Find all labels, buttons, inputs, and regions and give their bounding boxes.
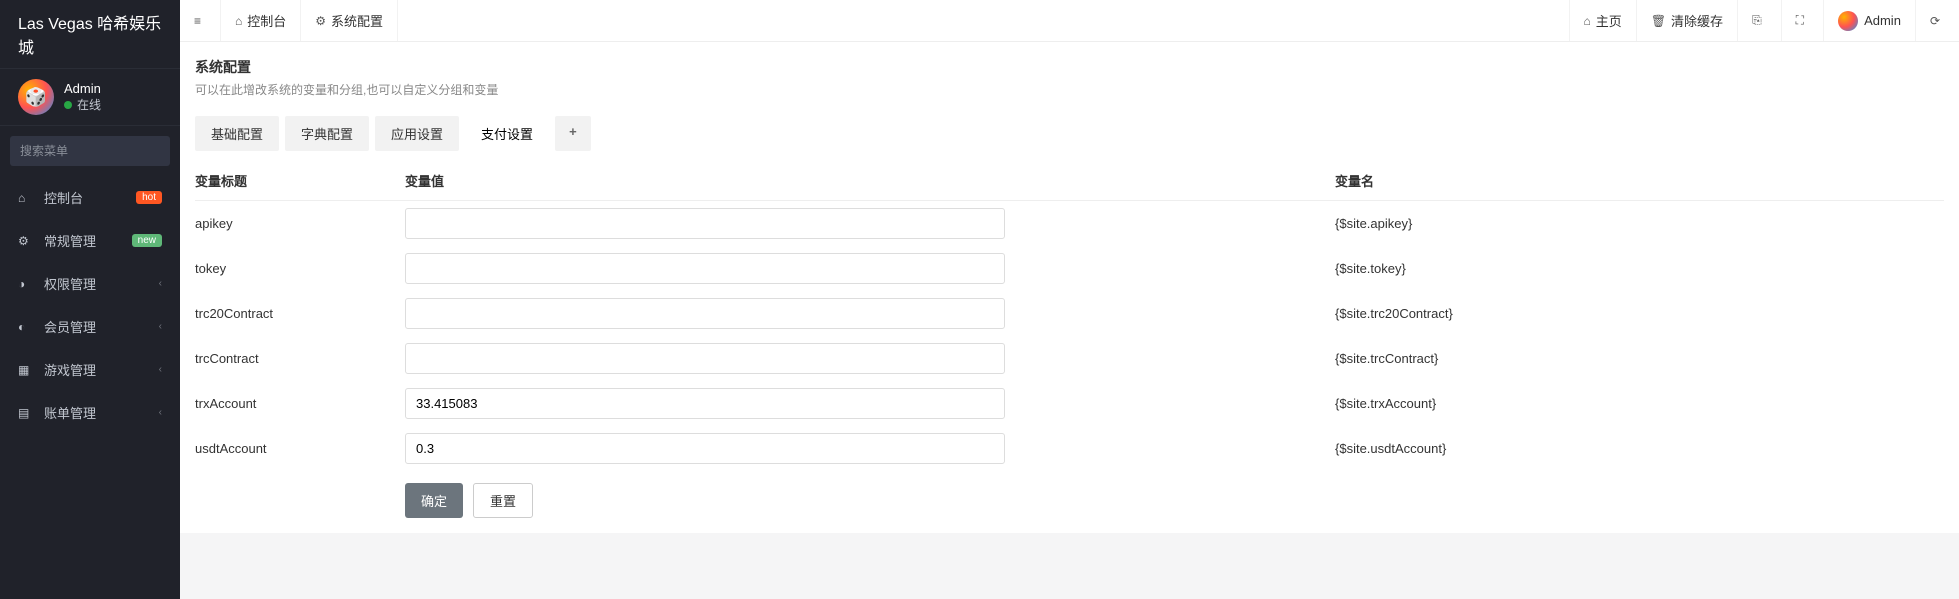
chevron-left-icon: ‹	[159, 278, 162, 289]
user-status: 在线	[64, 96, 101, 113]
sidebar-item-label: 账单管理	[44, 403, 159, 422]
row-varname: {$site.tokey}	[1335, 261, 1944, 276]
panel-subtitle: 可以在此增改系统的变量和分组,也可以自定义分组和变量	[195, 81, 1944, 98]
sidebar-item-label: 权限管理	[44, 274, 159, 293]
row-value-input[interactable]	[405, 388, 1005, 419]
row-varname: {$site.trc20Contract}	[1335, 306, 1944, 321]
row-title: trc20Contract	[195, 306, 405, 321]
row-title: trxAccount	[195, 396, 405, 411]
chevron-left-icon: ‹	[159, 321, 162, 332]
trash-icon: 🗑	[1651, 14, 1666, 28]
list-icon: ▤	[18, 406, 34, 420]
search-input[interactable]	[10, 136, 185, 166]
ok-button[interactable]: 确定	[405, 483, 463, 518]
sidebar-item-label: 游戏管理	[44, 360, 159, 379]
sidebar-item-1[interactable]: ⚙ 常规管理new	[0, 219, 180, 262]
table-header: 变量标题 变量值 变量名	[195, 161, 1944, 201]
tab-3[interactable]: 支付设置	[465, 116, 549, 151]
badge: new	[132, 234, 162, 247]
panel-title: 系统配置	[195, 57, 1944, 77]
topbar-left-2[interactable]: ⚙ 系统配置	[301, 0, 398, 41]
sidebar-item-label: 会员管理	[44, 317, 159, 336]
status-dot-icon	[64, 101, 72, 109]
table-row: trcContract {$site.trcContract}	[195, 336, 1944, 381]
row-title: apikey	[195, 216, 405, 231]
topbar-right-0[interactable]: ⌂ 主页	[1569, 0, 1636, 41]
sidebar-item-label: 控制台	[44, 188, 136, 207]
row-varname: {$site.trxAccount}	[1335, 396, 1944, 411]
dashboard-icon: ⌂	[235, 14, 242, 28]
row-title: usdtAccount	[195, 441, 405, 456]
reset-button[interactable]: 重置	[473, 483, 533, 518]
badge: hot	[136, 191, 162, 204]
topbar-left-1[interactable]: ⌂ 控制台	[221, 0, 301, 41]
gear-icon: ⚙	[18, 234, 34, 248]
sidebar-item-4[interactable]: ▦ 游戏管理‹	[0, 348, 180, 391]
row-value-input[interactable]	[405, 253, 1005, 284]
more-icon: ⟳	[1930, 14, 1940, 28]
row-title: trcContract	[195, 351, 405, 366]
avatar-icon: 🎲	[18, 79, 54, 115]
user-name: Admin	[64, 81, 101, 96]
topbar-right-2[interactable]: ⎘	[1737, 0, 1781, 41]
tab-1[interactable]: 字典配置	[285, 116, 369, 151]
col-title: 变量标题	[195, 171, 405, 190]
table-row: trc20Contract {$site.trc20Contract}	[195, 291, 1944, 336]
topbar-label: 清除缓存	[1671, 11, 1723, 30]
brand: Las Vegas 哈希娱乐城	[0, 0, 180, 69]
topbar-right-1[interactable]: 🗑 清除缓存	[1636, 0, 1737, 41]
topbar-right-3[interactable]: ⛶	[1781, 0, 1823, 41]
lock-icon: ◑	[18, 277, 34, 291]
user-icon: ◐	[18, 320, 34, 334]
topbar-label: Admin	[1864, 13, 1901, 28]
dashboard-icon: ⌂	[18, 191, 34, 205]
sidebar-item-2[interactable]: ◑ 权限管理‹	[0, 262, 180, 305]
topbar-left-0[interactable]: ≡	[180, 0, 221, 41]
tab-2[interactable]: 应用设置	[375, 116, 459, 151]
sidebar-item-5[interactable]: ▤ 账单管理‹	[0, 391, 180, 434]
sidebar-item-0[interactable]: ⌂ 控制台hot	[0, 176, 180, 219]
tab-add-button[interactable]: +	[555, 116, 591, 151]
topbar-label: 控制台	[247, 11, 286, 30]
grid-icon: ▦	[18, 363, 34, 377]
row-value-input[interactable]	[405, 298, 1005, 329]
tab-0[interactable]: 基础配置	[195, 116, 279, 151]
sidebar-item-3[interactable]: ◐ 会员管理‹	[0, 305, 180, 348]
chevron-left-icon: ‹	[159, 364, 162, 375]
table-row: usdtAccount {$site.usdtAccount}	[195, 426, 1944, 471]
home-icon: ⌂	[1584, 14, 1591, 28]
search-box: 🔍	[10, 136, 170, 166]
row-varname: {$site.trcContract}	[1335, 351, 1944, 366]
user-panel: 🎲 Admin 在线	[0, 69, 180, 126]
table-row: tokey {$site.tokey}	[195, 246, 1944, 291]
row-varname: {$site.usdtAccount}	[1335, 441, 1944, 456]
topbar-right-5[interactable]: ⟳	[1915, 0, 1959, 41]
row-title: tokey	[195, 261, 405, 276]
user-status-text: 在线	[77, 96, 101, 113]
row-varname: {$site.apikey}	[1335, 216, 1944, 231]
table-row: apikey {$site.apikey}	[195, 201, 1944, 246]
topbar-label: 主页	[1596, 11, 1622, 30]
col-name: 变量名	[1335, 171, 1944, 190]
row-value-input[interactable]	[405, 343, 1005, 374]
sidebar-item-label: 常规管理	[44, 231, 132, 250]
expand-icon: ⛶	[1796, 13, 1804, 28]
topbar-label: 系统配置	[331, 11, 383, 30]
avatar-icon	[1838, 11, 1858, 31]
menu-icon: ≡	[194, 14, 201, 28]
table-row: trxAccount {$site.trxAccount}	[195, 381, 1944, 426]
col-value: 变量值	[405, 171, 1335, 190]
book-icon: ⎘	[1752, 13, 1762, 28]
row-value-input[interactable]	[405, 208, 1005, 239]
chevron-left-icon: ‹	[159, 407, 162, 418]
gear-icon: ⚙	[315, 14, 326, 28]
row-value-input[interactable]	[405, 433, 1005, 464]
topbar-right-4[interactable]: Admin	[1823, 0, 1915, 41]
